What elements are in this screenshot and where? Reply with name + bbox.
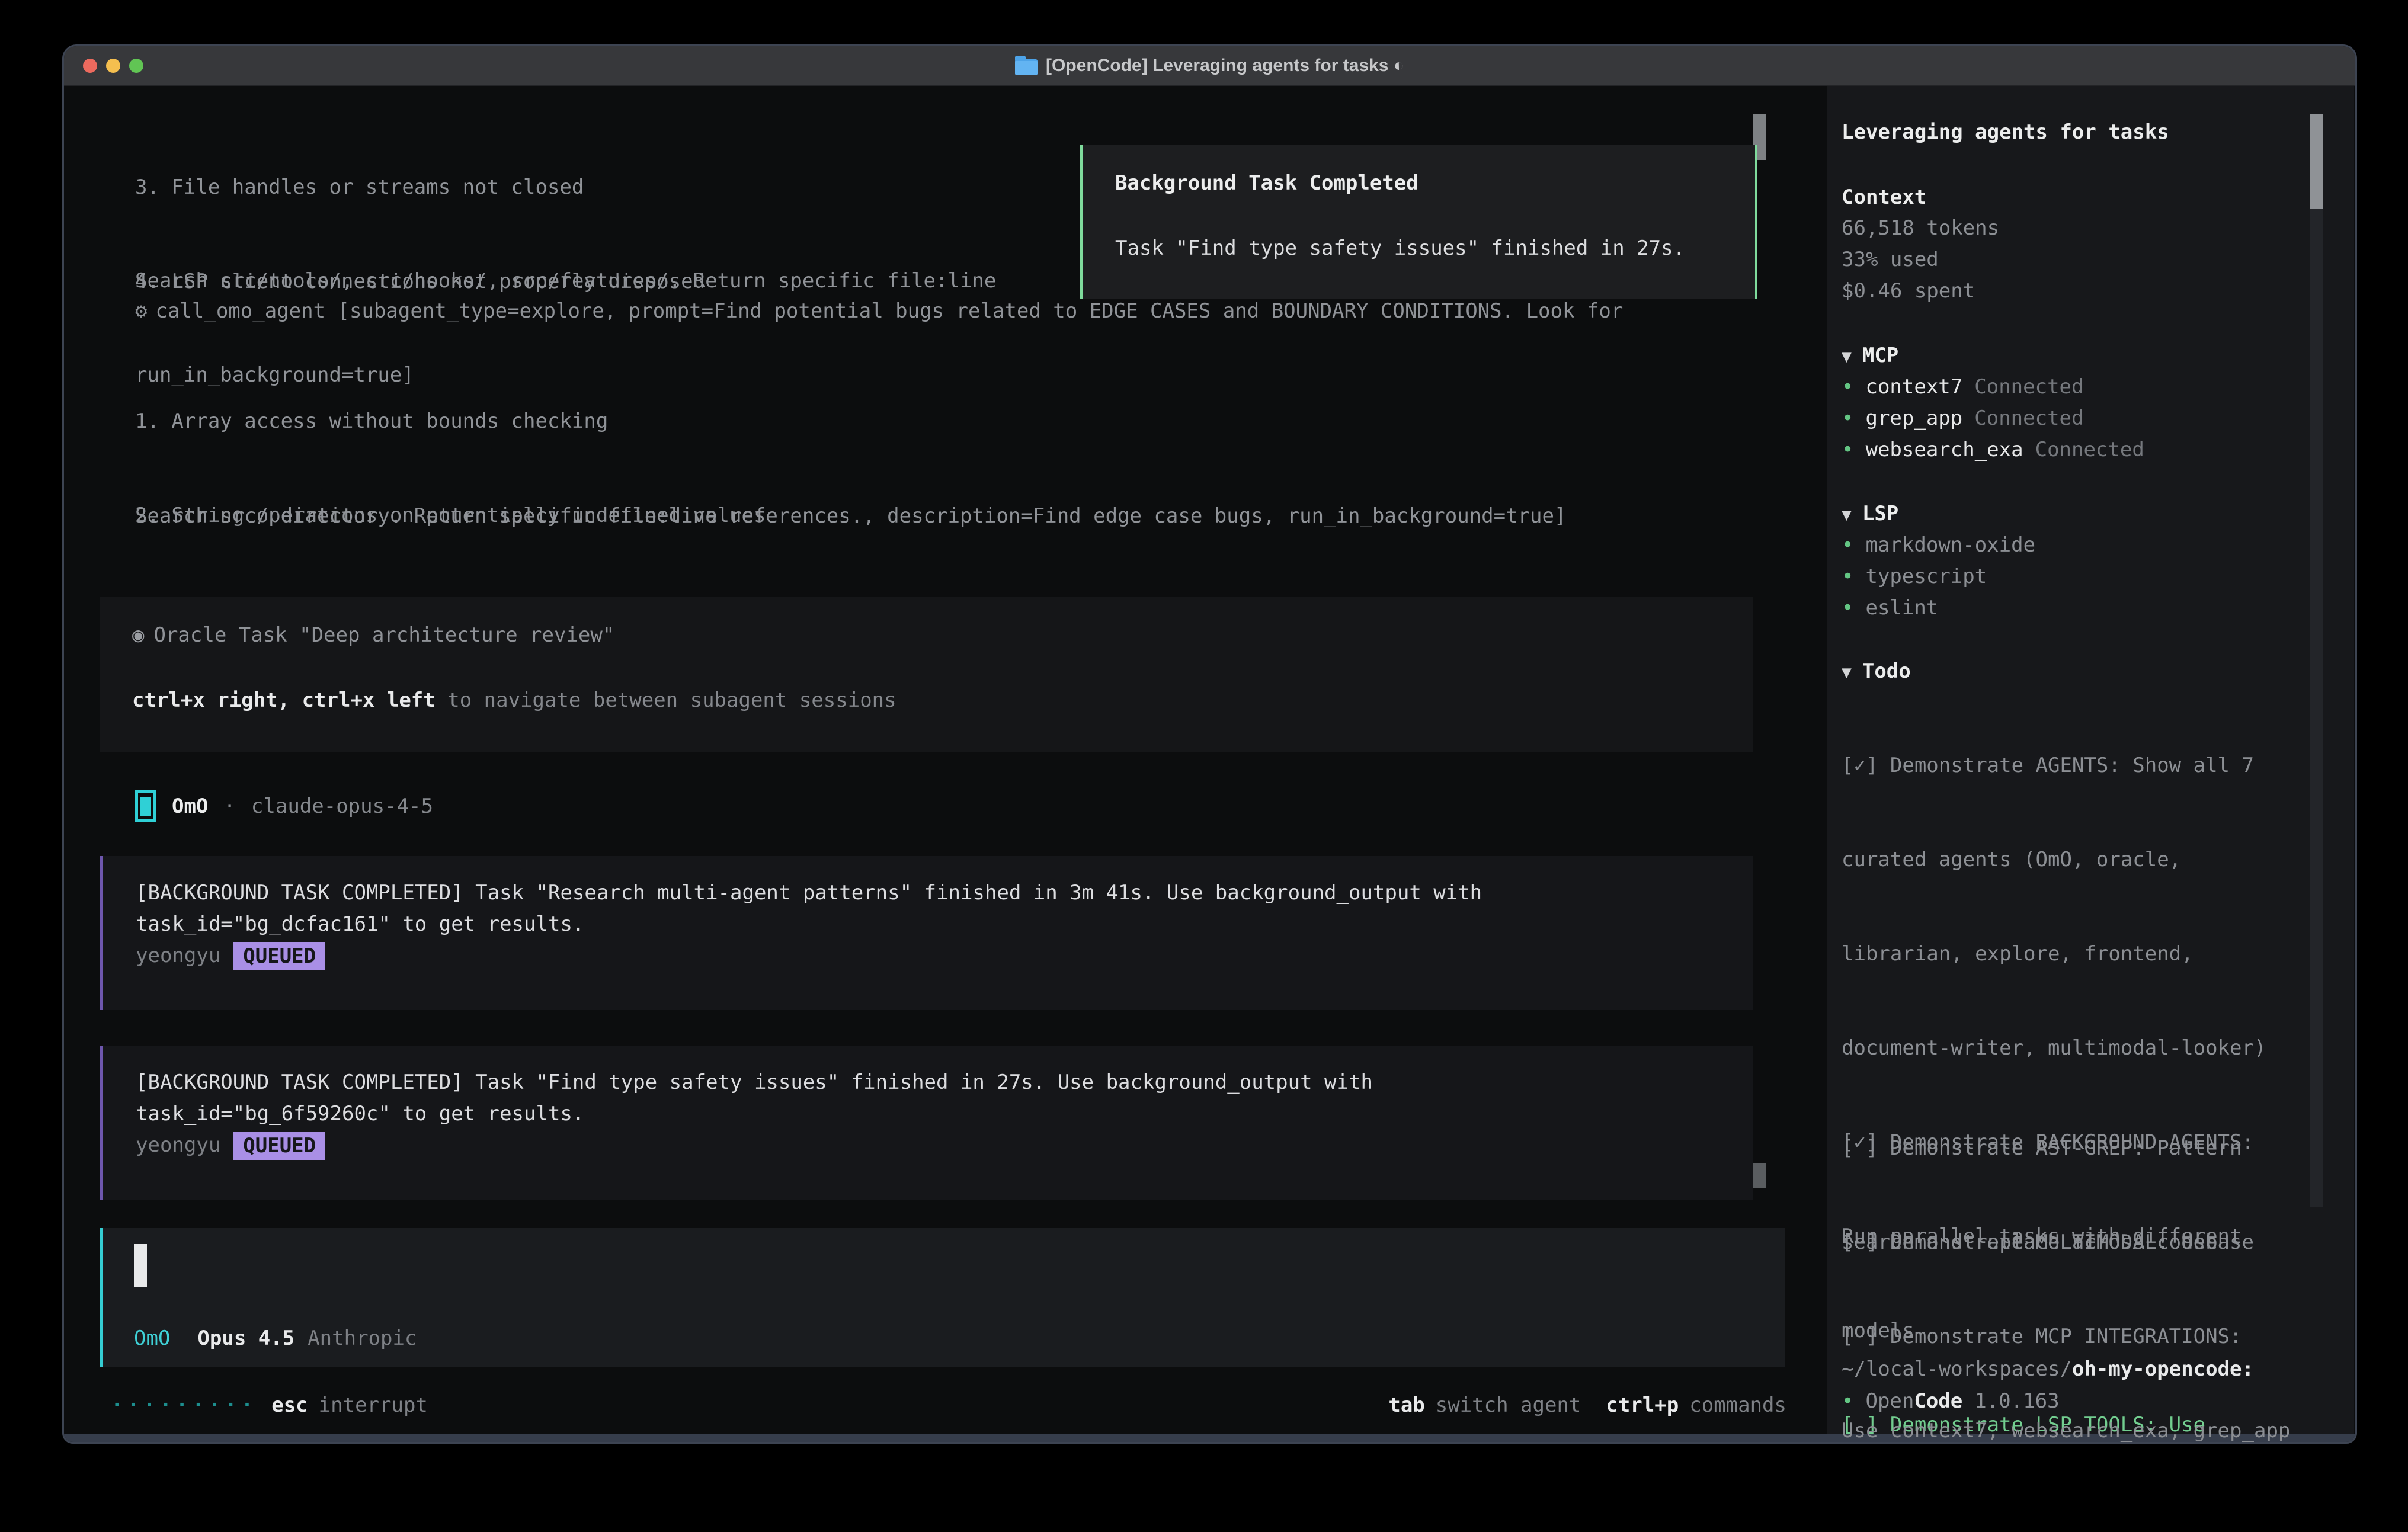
opencode-terminal-window: [OpenCode] Leveraging agents for tasks ◐…	[62, 44, 2357, 1444]
keybinding-text: ctrl+x right, ctrl+x left	[132, 688, 436, 712]
output-line: Search src/tools/, src/hooks/, src/featu…	[135, 265, 996, 297]
bullet-icon: •	[1842, 533, 1853, 557]
main-scrollbar-thumb[interactable]	[1753, 1163, 1766, 1188]
esc-key-label: interrupt	[319, 1390, 428, 1421]
app-version: 1.0.163	[1974, 1389, 2059, 1413]
desktop: [OpenCode] Leveraging agents for tasks ◐…	[0, 0, 2408, 1532]
ctrlp-key-label: commands	[1689, 1390, 1786, 1421]
prompt-input[interactable]: OmO Opus 4.5 Anthropic	[100, 1228, 1785, 1367]
window-titlebar[interactable]: [OpenCode] Leveraging agents for tasks ◐	[64, 46, 2355, 86]
background-task-toast[interactable]: Background Task Completed Task "Find typ…	[1080, 145, 1757, 299]
app-name-grey: Open	[1865, 1389, 1914, 1413]
mcp-item: •context7Connected	[1842, 371, 2083, 403]
minimize-window-button[interactable]	[106, 59, 120, 73]
todo-item-done: [✓] Demonstrate AGENTS: Show all 7	[1842, 750, 2290, 781]
bullet-icon: •	[1842, 1389, 1853, 1413]
session-sidebar: Leveraging agents for tasks Context 66,5…	[1827, 86, 2354, 1434]
agent-header-row: OmO · claude-opus-4-5	[135, 790, 433, 822]
sidebar-scrollbar-track[interactable]	[2310, 114, 2323, 1207]
toast-title: Background Task Completed	[1115, 168, 1418, 199]
app-name-bold: Code	[1914, 1389, 1962, 1413]
folder-icon	[1015, 59, 1038, 75]
text-cursor	[134, 1244, 147, 1287]
search-instruction-line: Search src/ directory. Return specific f…	[135, 501, 1566, 532]
background-task-card[interactable]: [BACKGROUND TASK COMPLETED] Task "Find t…	[100, 1046, 1753, 1200]
chat-main-pane: 3. File handles or streams not closed 4.…	[64, 86, 1803, 1434]
workspace-repo: oh-my-opencode:	[2072, 1357, 2254, 1381]
bullet-icon: •	[1842, 438, 1853, 461]
tool-call-line: ⚙ call_omo_agent [subagent_type=explore, …	[135, 296, 1623, 327]
chevron-down-icon: ▼	[1842, 347, 1852, 366]
mcp-section-header[interactable]: ▼MCP	[1842, 340, 1898, 372]
context-spent: $0.46 spent	[1842, 275, 1975, 307]
queued-badge: QUEUED	[233, 1132, 325, 1160]
close-window-button[interactable]	[83, 59, 97, 73]
chevron-down-icon: ▼	[1842, 662, 1852, 682]
bullet-icon: •	[1842, 406, 1853, 430]
todo-item-done: librarian, explore, frontend,	[1842, 938, 2290, 970]
background-task-card[interactable]: [BACKGROUND TASK COMPLETED] Task "Resear…	[100, 856, 1753, 1010]
output-line: 3. File handles or streams not closed	[135, 172, 705, 203]
lsp-item: •markdown-oxide	[1842, 530, 2035, 561]
tool-call-text: call_omo_agent [subagent_type=explore, p…	[155, 299, 1623, 323]
version-line: • OpenCode 1.0.163	[1842, 1386, 2060, 1417]
zoom-window-button[interactable]	[129, 59, 143, 73]
bullet-icon: •	[1842, 375, 1853, 399]
lsp-section-header[interactable]: ▼LSP	[1842, 498, 1898, 530]
tab-key-hint: tab	[1388, 1390, 1424, 1421]
agent-name: OmO	[172, 794, 208, 818]
task-user: yeongyu	[136, 1130, 220, 1161]
status-bar: ········· esc interrupt tab switch agent…	[111, 1390, 1786, 1421]
bullet-icon: •	[1842, 596, 1853, 620]
task-user: yeongyu	[136, 940, 220, 972]
spinner-dots-icon: ·········	[111, 1390, 257, 1421]
todo-item-done: document-writer, multimodal-looker)	[1842, 1033, 2290, 1064]
task-message-line: [BACKGROUND TASK COMPLETED] Task "Find t…	[136, 1067, 1753, 1098]
ctrlp-key-hint: ctrl+p	[1606, 1390, 1679, 1421]
context-heading: Context	[1842, 182, 1926, 213]
record-icon: ◉	[132, 623, 144, 647]
task-message-line: [BACKGROUND TASK COMPLETED] Task "Resear…	[136, 877, 1753, 909]
todo-item-pending: [ ] Demonstrate MULTIMODAL: Use	[1842, 1227, 2218, 1258]
chevron-down-icon: ▼	[1842, 505, 1852, 524]
window-title: [OpenCode] Leveraging agents for tasks ◐	[1046, 56, 1404, 76]
list-item: 1. Array access without bounds checking	[135, 406, 911, 437]
toast-body: Task "Find type safety issues" finished …	[1115, 233, 1685, 264]
traffic-lights	[83, 46, 143, 85]
sidebar-scrollbar-thumb[interactable]	[2310, 114, 2323, 209]
gear-icon: ⚙	[135, 299, 147, 323]
todo-item-done: curated agents (OmO, oracle,	[1842, 844, 2290, 876]
tab-key-label: switch agent	[1436, 1390, 1581, 1421]
oracle-task-title: Oracle Task "Deep architecture review"	[153, 623, 614, 647]
input-agent-label: OmO	[134, 1323, 170, 1354]
workspace-path: ~/local-workspaces/oh-my-opencode: maste…	[1842, 1291, 2254, 1444]
mcp-item: •websearch_exaConnected	[1842, 434, 2144, 466]
queued-badge: QUEUED	[233, 942, 325, 970]
esc-key-hint: esc	[271, 1390, 308, 1421]
oracle-task-card[interactable]: ◉Oracle Task "Deep architecture review" …	[100, 597, 1753, 752]
lsp-item: •eslint	[1842, 592, 1938, 624]
context-tokens: 66,518 tokens	[1842, 213, 1999, 244]
agent-icon	[135, 790, 156, 822]
task-id-line: task_id="bg_6f59260c" to get results.	[136, 1098, 1753, 1130]
todo-item-pending: [ ] Demonstrate AST-GREP: Pattern	[1842, 1133, 2290, 1164]
context-used: 33% used	[1842, 244, 1939, 275]
task-id-line: task_id="bg_dcfac161" to get results.	[136, 909, 1753, 940]
input-provider-label: Anthropic	[308, 1323, 417, 1354]
agent-model: claude-opus-4-5	[251, 794, 433, 818]
lsp-item: •typescript	[1842, 561, 1987, 592]
workspace-prefix: ~/local-workspaces/	[1842, 1357, 2072, 1381]
todo-section-header[interactable]: ▼Todo	[1842, 656, 1911, 688]
terminal-content: 3. File handles or streams not closed 4.…	[64, 86, 2355, 1434]
session-title: Leveraging agents for tasks	[1842, 117, 2169, 148]
keybinding-hint: to navigate between subagent sessions	[436, 688, 896, 712]
bullet-icon: •	[1842, 565, 1853, 588]
input-model-label: Opus 4.5	[197, 1323, 294, 1354]
separator-dot: ·	[223, 794, 235, 818]
mcp-item: •grep_appConnected	[1842, 403, 2083, 434]
